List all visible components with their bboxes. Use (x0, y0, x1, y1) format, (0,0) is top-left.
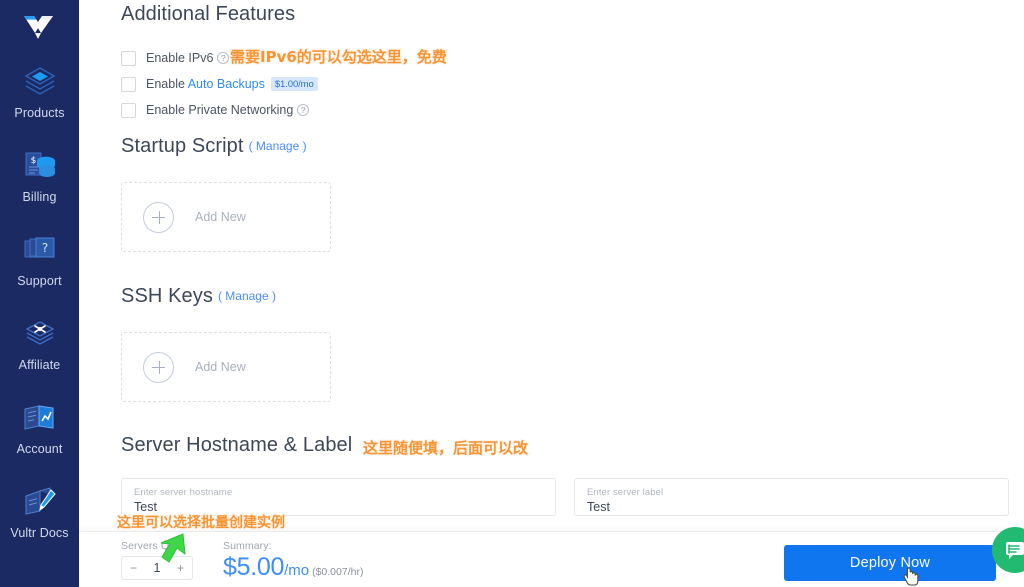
account-book-icon (20, 398, 60, 438)
server-hostname-input[interactable]: Enter server hostname Test (121, 478, 556, 516)
support-question-icon: ? (20, 230, 60, 270)
additional-features-title: Additional Features (121, 3, 296, 25)
feature-row-auto-backups[interactable]: Enable Auto Backups $1.00/mo (121, 73, 318, 95)
sidebar-item-label: Affiliate (18, 358, 61, 372)
qty-decrement-button[interactable]: − (122, 561, 145, 575)
sidebar-item-label: Support (17, 274, 62, 288)
main-sidebar: Products $ Billing ? Support Affiliate A… (0, 0, 79, 587)
enable-private-networking-checkbox[interactable] (121, 102, 136, 118)
plus-icon (143, 201, 174, 233)
sidebar-item-products[interactable]: Products (0, 62, 79, 120)
plus-icon (143, 351, 174, 383)
summary-group: Summary: $5.00/mo ($0.007/hr) (223, 540, 363, 582)
auto-backups-link[interactable]: Auto Backups (188, 77, 265, 91)
docs-pen-icon (20, 482, 60, 522)
summary-price: $5.00/mo ($0.007/hr) (223, 553, 363, 582)
server-label-input[interactable]: Enter server label Test (574, 478, 1009, 516)
deploy-now-button[interactable]: Deploy Now (784, 545, 996, 581)
server-label-placeholder: Enter server label (587, 487, 664, 498)
summary-caption: Summary: (223, 540, 272, 552)
auto-backups-price-badge: $1.00/mo (270, 77, 318, 91)
sidebar-item-support[interactable]: ? Support (0, 230, 79, 288)
sidebar-item-billing[interactable]: $ Billing (0, 146, 79, 204)
chat-icon (1006, 542, 1024, 559)
sidebar-item-label: Billing (22, 190, 57, 204)
feature-row-ipv6[interactable]: Enable IPv6 ? (121, 47, 318, 69)
enable-private-networking-label: Enable Private Networking (146, 103, 294, 117)
billing-coins-icon: $ (20, 146, 60, 186)
deploy-bottom-bar: Servers Qty: − 1 + Summary: $5.00/mo ($0.… (79, 527, 1024, 587)
private-networking-help-icon[interactable]: ? (297, 104, 310, 116)
auto-backups-prefix: Enable (146, 77, 188, 91)
server-hostname-placeholder: Enter server hostname (134, 487, 233, 498)
sidebar-item-account[interactable]: Account (0, 398, 79, 456)
server-hostname-value: Test (134, 500, 157, 514)
ssh-keys-add-new-card[interactable]: Add New (121, 332, 331, 402)
vultr-deploy-page: Products $ Billing ? Support Affiliate A… (0, 0, 1024, 587)
chat-bubble-button[interactable] (992, 527, 1024, 573)
additional-features-list: Enable IPv6 ? Enable Auto Backups $1.00/… (121, 47, 318, 121)
ssh-keys-manage-link[interactable]: ( Manage ) (218, 289, 276, 303)
sidebar-item-label: Products (14, 106, 65, 120)
sidebar-item-affiliate[interactable]: Affiliate (0, 314, 79, 372)
ssh-keys-heading: SSH Keys ( Manage ) (121, 285, 276, 308)
startup-script-manage-link[interactable]: ( Manage ) (249, 139, 307, 153)
sidebar-item-label: Account (16, 442, 63, 456)
green-arrow-icon (160, 533, 186, 563)
ssh-keys-add-new-label: Add New (195, 360, 246, 374)
svg-text:$: $ (30, 156, 36, 166)
ssh-keys-title: SSH Keys (121, 285, 213, 307)
enable-ipv6-label: Enable IPv6 (146, 51, 214, 65)
sidebar-item-label: Vultr Docs (10, 526, 69, 540)
price-hourly: ($0.007/hr) (312, 566, 364, 578)
deploy-form-content: Additional Features Enable IPv6 ? Enable… (79, 0, 1024, 587)
server-label-value: Test (587, 500, 610, 514)
enable-auto-backups-label: Enable Auto Backups (146, 77, 265, 91)
vultr-logo[interactable] (0, 8, 79, 48)
enable-ipv6-checkbox[interactable] (121, 50, 136, 66)
svg-text:?: ? (41, 241, 47, 255)
affiliate-network-icon (20, 314, 60, 354)
ipv6-help-icon[interactable]: ? (217, 52, 230, 64)
sidebar-item-vultr-docs[interactable]: Vultr Docs (0, 482, 79, 540)
startup-script-add-new-card[interactable]: Add New (121, 182, 331, 252)
enable-auto-backups-checkbox[interactable] (121, 76, 136, 92)
price-period: /mo (284, 562, 310, 579)
startup-script-heading: Startup Script ( Manage ) (121, 135, 307, 158)
server-hostname-label-title: Server Hostname & Label (121, 434, 353, 456)
layers-icon (20, 62, 60, 102)
feature-row-private-networking[interactable]: Enable Private Networking ? (121, 99, 318, 121)
price-amount: $5.00 (223, 553, 285, 581)
startup-script-add-new-label: Add New (195, 210, 246, 224)
startup-script-title: Startup Script (121, 135, 244, 157)
